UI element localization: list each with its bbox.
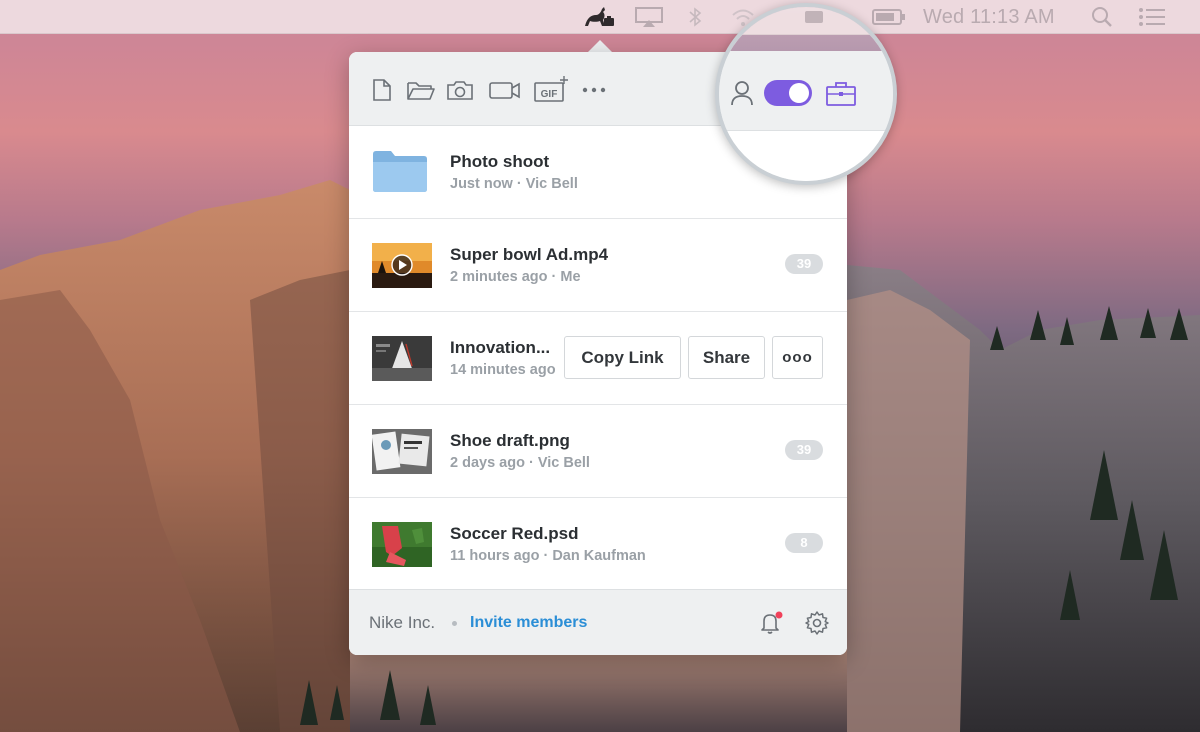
separator-dot — [452, 621, 457, 626]
file-name: Soccer Red.psd — [450, 524, 579, 543]
camera-icon[interactable] — [445, 75, 475, 105]
file-meta: 2 minutes ago · Me — [450, 269, 581, 285]
file-meta: 2 days ago · Vic Bell — [450, 455, 590, 471]
file-name: Photo shoot — [450, 152, 550, 171]
comment-count-badge: 39 — [785, 254, 823, 274]
popover-caret — [588, 40, 612, 52]
menu-bar: Wed 11:13 AM — [0, 0, 1200, 34]
toggle-knob — [789, 83, 809, 103]
svg-text:GIF: GIF — [541, 89, 558, 100]
list-item[interactable]: Super bowl Ad.mp4 2 minutes ago · Me 39 — [349, 219, 847, 312]
gif-icon[interactable]: GIF — [533, 75, 569, 105]
notification-center-icon[interactable] — [1136, 6, 1168, 28]
list-item[interactable]: Innovation... 14 minutes ago Copy Link S… — [349, 312, 847, 405]
menubar-clock[interactable]: Wed 11:13 AM — [923, 6, 1055, 28]
invite-members-link[interactable]: Invite members — [470, 614, 587, 632]
airplay-icon[interactable] — [634, 6, 664, 28]
list-item[interactable]: Shoe draft.png 2 days ago · Vic Bell 39 — [349, 405, 847, 498]
file-meta: 14 minutes ago — [450, 362, 556, 378]
account-switch-magnifier — [715, 3, 897, 185]
app-kangaroo-icon[interactable] — [580, 6, 616, 28]
bluetooth-icon[interactable] — [684, 6, 706, 28]
image-thumbnail — [372, 429, 432, 474]
file-name: Super bowl Ad.mp4 — [450, 245, 609, 264]
more-actions-button[interactable]: ooo — [772, 336, 823, 379]
image-thumbnail — [372, 522, 432, 567]
notification-bell-icon[interactable] — [758, 610, 784, 636]
file-name: Innovation... — [450, 338, 551, 357]
menu-extra-icon — [805, 11, 823, 23]
work-toggle[interactable] — [764, 80, 812, 106]
magnified-list — [719, 131, 893, 181]
comment-count-badge: 39 — [785, 440, 823, 460]
work-briefcase-icon[interactable] — [825, 79, 857, 107]
magnified-menubar — [719, 7, 893, 35]
folder-icon — [371, 148, 429, 194]
more-icon[interactable] — [579, 75, 609, 105]
video-camera-icon[interactable] — [487, 75, 523, 105]
organization-name[interactable]: Nike Inc. — [369, 613, 435, 633]
comment-count-badge: 8 — [785, 533, 823, 553]
folder-icon[interactable] — [404, 75, 438, 105]
share-button[interactable]: Share — [688, 336, 765, 379]
popover-footer: Nike Inc. Invite members — [349, 589, 847, 655]
personal-account-icon[interactable] — [729, 79, 755, 107]
video-thumbnail — [372, 243, 432, 288]
file-name: Shoe draft.png — [450, 431, 570, 450]
image-thumbnail — [372, 336, 432, 381]
spotlight-search-icon[interactable] — [1089, 6, 1115, 28]
file-meta: 11 hours ago · Dan Kaufman — [450, 548, 646, 564]
new-file-icon[interactable] — [367, 75, 397, 105]
copy-link-button[interactable]: Copy Link — [564, 336, 681, 379]
file-meta: Just now · Vic Bell — [450, 176, 578, 192]
settings-gear-icon[interactable] — [804, 610, 830, 636]
list-item[interactable]: Soccer Red.psd 11 hours ago · Dan Kaufma… — [349, 498, 847, 591]
